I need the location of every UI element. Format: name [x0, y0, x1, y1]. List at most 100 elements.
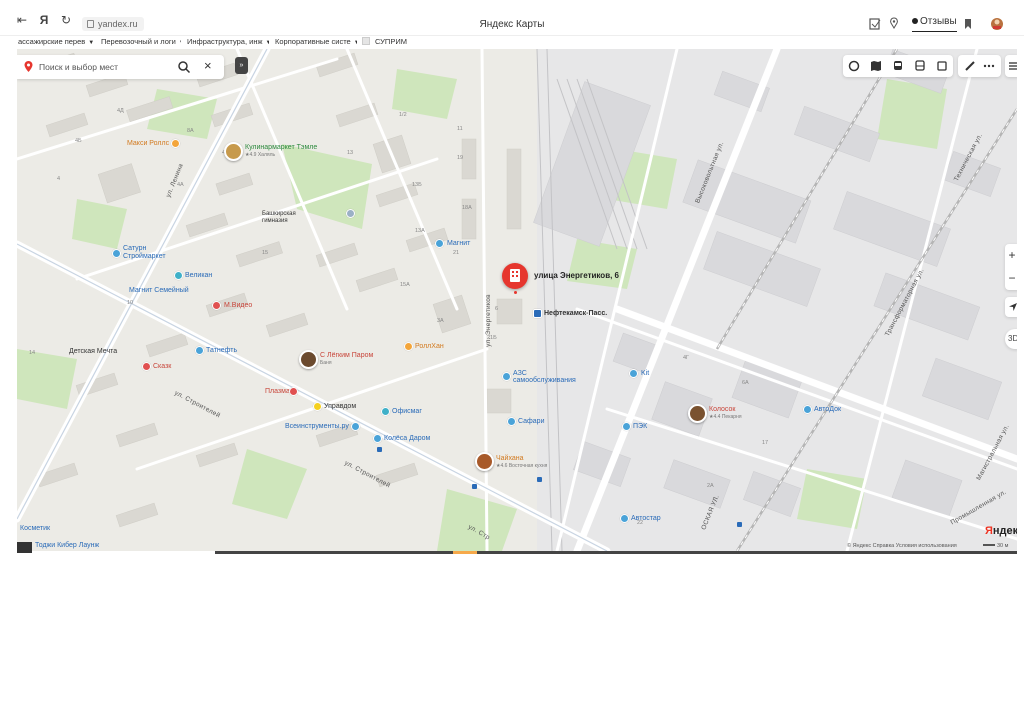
more-icon[interactable]: [983, 60, 995, 72]
location-icon[interactable]: [889, 16, 899, 32]
poi-label[interactable]: Управдом: [324, 403, 356, 411]
poi-label[interactable]: РоллХан: [415, 343, 444, 351]
poi-icon[interactable]: [435, 239, 444, 248]
house-number: 15: [262, 250, 269, 256]
poi-photo-pin[interactable]: [299, 350, 318, 369]
expand-panel-button[interactable]: »: [235, 57, 248, 74]
poi-label[interactable]: АвтоДок: [814, 406, 841, 414]
corner-widget[interactable]: [17, 542, 32, 553]
poi-icon[interactable]: [404, 342, 413, 351]
poi-icon[interactable]: [351, 422, 360, 431]
poi-icon[interactable]: [622, 422, 631, 431]
poi-label[interactable]: Сафари: [518, 418, 544, 426]
poi-label[interactable]: Магнит Семейный: [129, 287, 189, 295]
fuel-icon[interactable]: [195, 346, 204, 355]
reviews-button[interactable]: Отзывы: [912, 16, 957, 32]
poi-icon[interactable]: [629, 369, 638, 378]
fuel-icon[interactable]: [502, 372, 511, 381]
house-number: 6: [495, 306, 499, 312]
house-number: 13Б: [412, 182, 422, 188]
poi-label[interactable]: Тоджи Кибер Лаунж: [35, 542, 99, 550]
poi-icon[interactable]: [174, 271, 183, 280]
poi-icon[interactable]: [171, 139, 180, 148]
layers-icon[interactable]: [848, 60, 860, 72]
poi-label[interactable]: Детская Мечта: [69, 348, 117, 356]
poi-label[interactable]: Башкирская гимназия: [262, 211, 322, 225]
house-number: 8А: [187, 128, 194, 134]
poi-label[interactable]: Офисмаг: [392, 408, 422, 416]
map-copyright[interactable]: © Яндекс Справка Условия использования: [847, 543, 957, 549]
poi-icon[interactable]: [313, 402, 322, 411]
yandex-logo[interactable]: Яндекс: [985, 525, 1017, 537]
poi-label[interactable]: Макси Роллс: [127, 140, 169, 148]
poi-photo-pin[interactable]: [688, 404, 707, 423]
selected-place-pin[interactable]: [502, 263, 528, 289]
poi-label[interactable]: Автостар: [631, 515, 661, 523]
map-view[interactable]: 4Б 4Д 4 8А 11 1/2 13Б 18А 19 13 44 4А 13…: [17, 49, 1017, 551]
poi-icon[interactable]: [142, 362, 151, 371]
map-canvas[interactable]: [17, 49, 1017, 551]
avatar[interactable]: [990, 16, 1004, 32]
menu-button[interactable]: [1005, 55, 1017, 77]
poi-icon[interactable]: [289, 387, 298, 396]
poi-photo-pin[interactable]: [475, 452, 494, 471]
bookmark-link[interactable]: СУПРИМ: [362, 36, 422, 48]
poi-icon[interactable]: [507, 417, 516, 426]
poi-label[interactable]: Чайхана: [496, 455, 524, 463]
poi-label[interactable]: Kit: [641, 370, 649, 378]
poi-label[interactable]: Сатурн Строймаркет: [123, 245, 175, 261]
protect-icon[interactable]: [868, 16, 882, 32]
poi-label[interactable]: С Лёгким Паром: [320, 352, 373, 360]
selected-place-label[interactable]: улица Энергетиков, 6: [534, 271, 619, 280]
zoom-out-button[interactable]: −: [1005, 267, 1017, 290]
poi-icon[interactable]: [112, 249, 121, 258]
map-icon[interactable]: [870, 60, 882, 72]
bus-icon[interactable]: [914, 60, 926, 72]
poi-label[interactable]: Нефтекамск-Пасс.: [544, 310, 607, 318]
poi-label[interactable]: Колёса Даром: [384, 435, 430, 443]
poi-icon[interactable]: [803, 405, 812, 414]
poi-icon[interactable]: [620, 514, 629, 523]
poi-label[interactable]: Колосок: [709, 406, 735, 414]
poi-label[interactable]: Сказк: [153, 363, 171, 371]
poi-label[interactable]: Плазма: [265, 388, 290, 396]
bookmark-folder[interactable]: ассажирские перев ▼: [18, 36, 96, 49]
navigation-arrow-icon: [1009, 303, 1017, 311]
poi-label[interactable]: Татнефть: [206, 347, 237, 355]
poi-icon[interactable]: [212, 301, 221, 310]
house-number: 4Б: [75, 138, 82, 144]
bookmark-folder[interactable]: Перевозочный и логи▼: [101, 36, 181, 49]
poi-icon[interactable]: [381, 407, 390, 416]
house-number: 11: [457, 126, 463, 132]
poi-label[interactable]: Магнит: [447, 240, 470, 248]
zoom-in-button[interactable]: +: [1005, 244, 1017, 267]
bookmarks-bar: ассажирские перев▼ Перевозочный и логи▼ …: [0, 36, 1024, 48]
map-pin-icon: [24, 61, 33, 72]
ruler-icon[interactable]: [964, 60, 976, 72]
school-icon[interactable]: [346, 209, 355, 218]
building-icon: [510, 269, 520, 282]
poi-label[interactable]: Кулинармаркет Тэмле: [245, 144, 317, 152]
bus-stop-icon[interactable]: [533, 309, 542, 318]
poi-label[interactable]: ПЭК: [633, 423, 647, 431]
poi-label[interactable]: Косметик: [20, 525, 50, 533]
search-icon[interactable]: [177, 60, 191, 74]
bookmark-folder[interactable]: Инфраструктура, инж ▼: [187, 36, 269, 49]
poi-label[interactable]: Всеинструменты.ру: [285, 423, 349, 431]
poi-icon[interactable]: [373, 434, 382, 443]
bookmark-folder[interactable]: Корпоративные систе ▼: [275, 36, 357, 49]
transport-icon[interactable]: [892, 60, 904, 72]
my-location-button[interactable]: [1005, 297, 1017, 317]
close-icon[interactable]: ×: [204, 59, 212, 73]
search-input[interactable]: Поиск и выбор мест: [39, 62, 118, 72]
poi-label[interactable]: Великан: [185, 272, 212, 280]
poi-label[interactable]: М.Видео: [224, 302, 252, 310]
panorama-icon[interactable]: [936, 60, 948, 72]
poi-rating: ★4.4 Пекарня: [709, 414, 742, 420]
poi-photo-pin[interactable]: [224, 142, 243, 161]
house-number: 15А: [400, 282, 410, 288]
search-panel[interactable]: Поиск и выбор мест ×: [17, 55, 224, 79]
bookmark-icon[interactable]: [963, 16, 973, 32]
house-number: 21: [453, 250, 460, 256]
poi-label[interactable]: АЗС самообслуживания: [513, 370, 583, 384]
